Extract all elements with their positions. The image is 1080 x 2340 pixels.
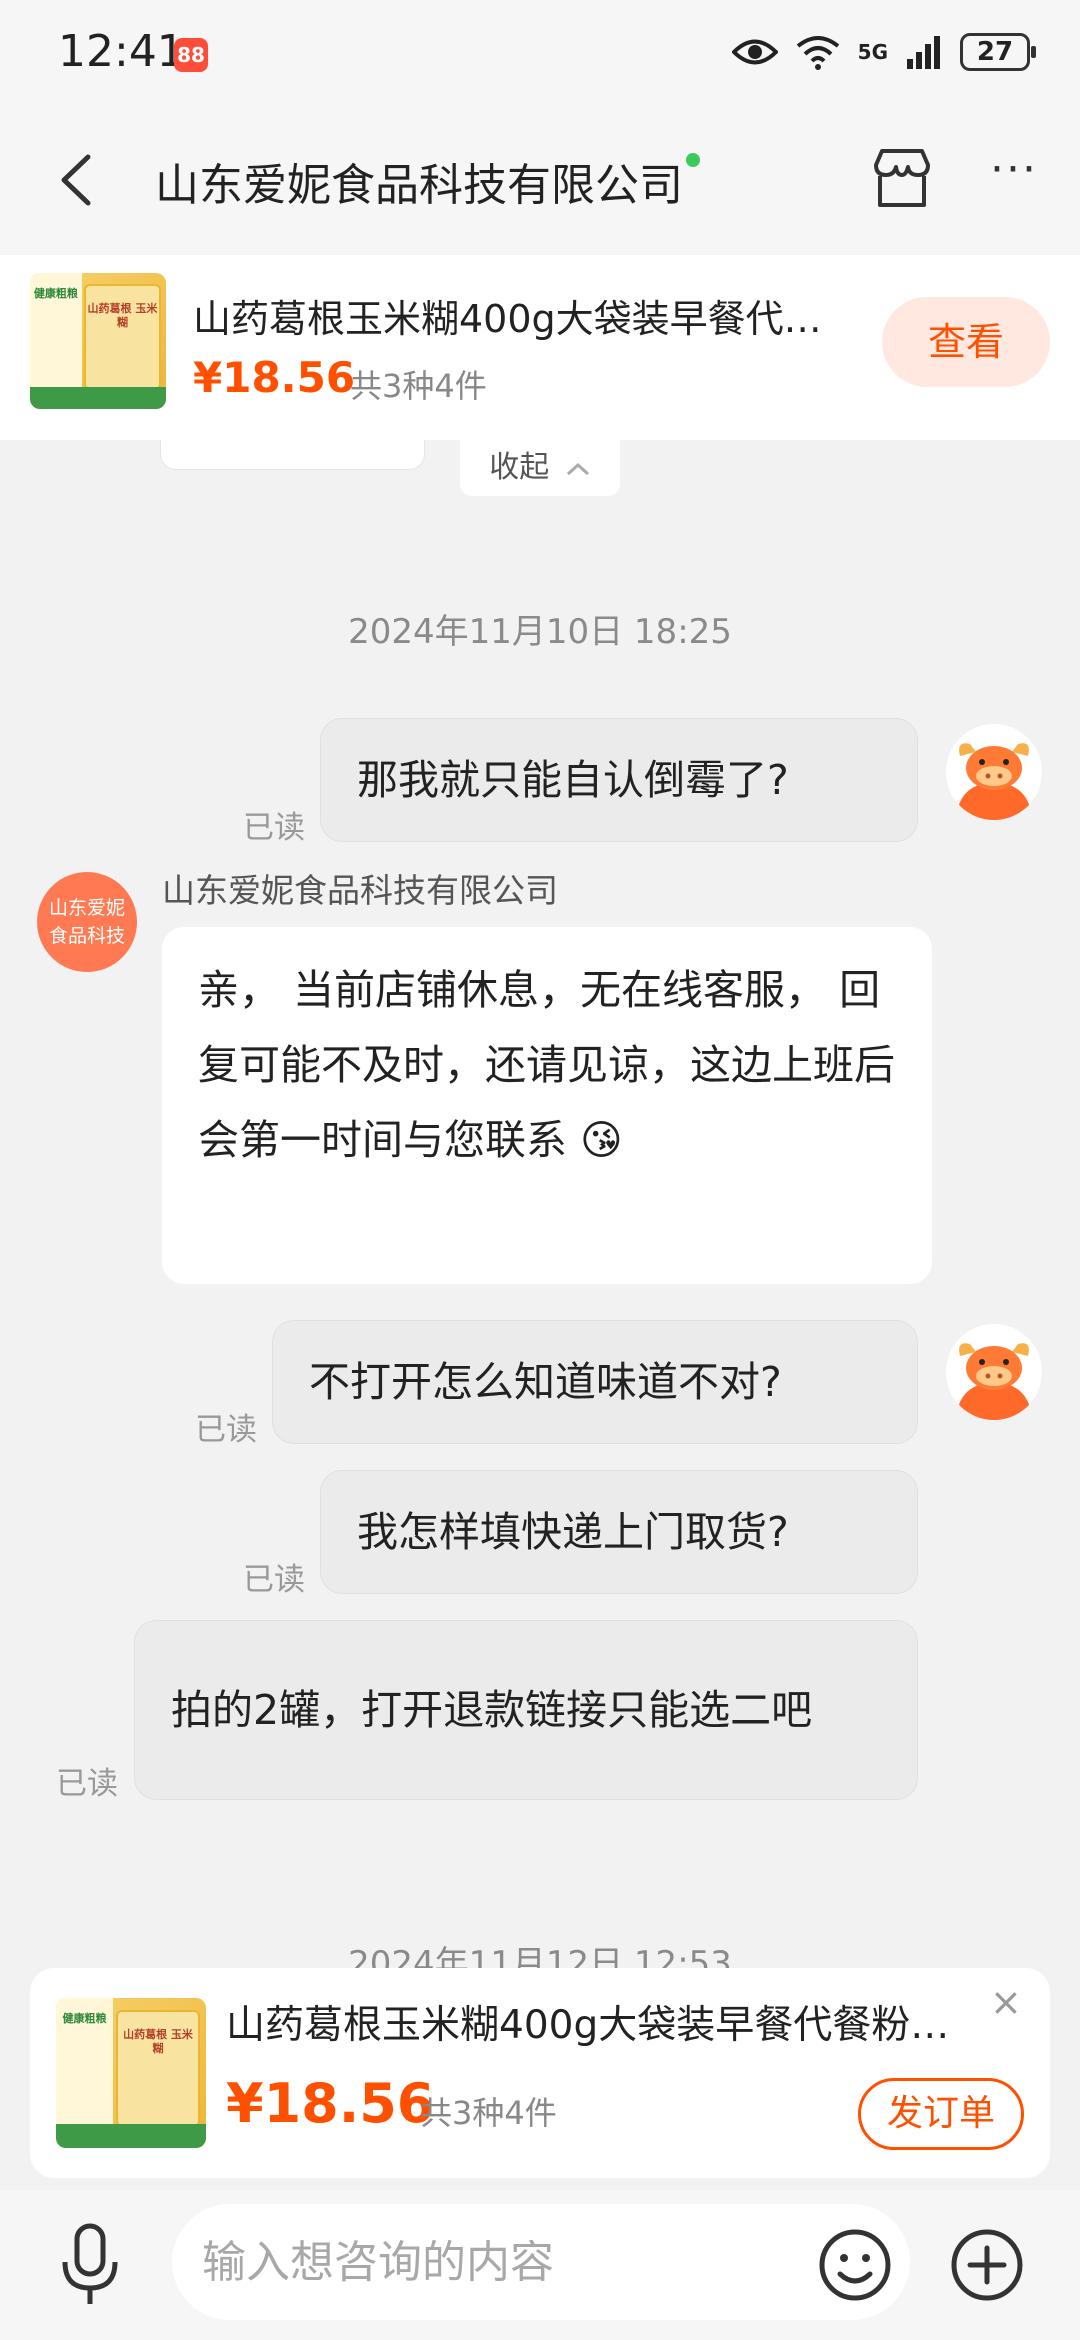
thumb-bag-label: 山药葛根 玉米糊 <box>87 301 158 329</box>
previous-message-bubble <box>160 440 425 470</box>
product-count: 共3种4件 <box>420 2094 557 2132</box>
message-text: 我怎样填快递上门取货? <box>357 1508 789 1556</box>
shop-message-bubble[interactable]: 亲， 当前店铺休息，无在线客服， 回复可能不及时，还请见谅，这边上班后会第一时间… <box>162 927 932 1284</box>
product-thumbnail[interactable]: 健康粗粮 山药葛根 玉米糊 <box>56 1998 206 2148</box>
thumb-label: 健康粗粮 <box>33 287 78 300</box>
chat-area[interactable]: 收起 2024年11月10日 18:25 那我就只能自认倒霉了? 已读 山东爱妮… <box>0 440 1080 1970</box>
network-type: 5G <box>857 40 888 64</box>
product-price: ¥18.56 <box>193 353 356 402</box>
app-notification-icon: 88 <box>174 38 208 72</box>
emoji-icon[interactable] <box>818 2228 892 2302</box>
read-receipt: 已读 <box>56 1766 118 1802</box>
my-message-bubble[interactable]: 不打开怎么知道味道不对? <box>272 1320 918 1444</box>
message-text: 那我就只能自认倒霉了? <box>357 756 789 804</box>
chevron-up-icon <box>566 462 589 475</box>
status-bar: 12:41 88 5G 27 <box>0 0 1080 105</box>
read-receipt: 已读 <box>195 1412 257 1448</box>
my-avatar[interactable] <box>946 724 1042 820</box>
view-button[interactable]: 查看 <box>882 297 1050 387</box>
input-bar <box>0 2190 1080 2340</box>
product-title[interactable]: 山药葛根玉米糊400g大袋装早餐代餐粉… <box>226 1994 996 2050</box>
product-bar[interactable]: 健康粗粮 山药葛根 玉米糊 山药葛根玉米糊400g大袋装早餐代… ¥18.56 … <box>0 255 1080 440</box>
eye-icon <box>731 39 778 65</box>
online-status-dot <box>686 153 700 167</box>
product-count: 共3种4件 <box>350 367 487 405</box>
collapse-label: 收起 <box>489 450 550 485</box>
product-price: ¥18.56 <box>226 2072 435 2135</box>
read-receipt: 已读 <box>243 1562 305 1598</box>
store-icon[interactable] <box>866 143 938 215</box>
ox-avatar-icon <box>956 743 1032 820</box>
timestamp: 2024年11月12日 12:53 <box>348 1944 732 1970</box>
close-icon[interactable]: × <box>990 1980 1022 2024</box>
my-message-bubble[interactable]: 拍的2罐，打开退款链接只能选二吧 <box>134 1620 918 1800</box>
shop-avatar[interactable]: 山东爱妮 食品科技 <box>37 872 137 972</box>
send-order-button[interactable]: 发订单 <box>858 2078 1024 2150</box>
microphone-icon[interactable] <box>55 2220 125 2310</box>
timestamp: 2024年11月10日 18:25 <box>348 612 732 652</box>
chat-header: 山东爱妮食品科技有限公司 ··· <box>0 105 1080 255</box>
my-message-bubble[interactable]: 那我就只能自认倒霉了? <box>320 718 918 842</box>
thumb-bag-label: 山药葛根 玉米糊 <box>123 2028 193 2055</box>
battery-icon: 27 <box>960 33 1036 71</box>
product-thumbnail[interactable]: 健康粗粮 山药葛根 玉米糊 <box>30 273 166 409</box>
product-title[interactable]: 山药葛根玉米糊400g大袋装早餐代… <box>193 288 883 343</box>
thumb-label: 健康粗粮 <box>62 2012 107 2025</box>
message-input[interactable] <box>172 2204 910 2320</box>
signal-icon <box>907 36 940 69</box>
more-options-icon[interactable]: ··· <box>990 148 1050 195</box>
back-arrow-icon[interactable] <box>50 145 100 215</box>
my-message-bubble[interactable]: 我怎样填快递上门取货? <box>320 1470 918 1594</box>
status-time: 12:41 <box>58 26 185 77</box>
collapse-button[interactable]: 收起 <box>460 440 620 496</box>
sender-name: 山东爱妮食品科技有限公司 <box>162 871 558 910</box>
ox-avatar-icon <box>956 1343 1032 1420</box>
wifi-icon <box>796 36 839 70</box>
shop-title[interactable]: 山东爱妮食品科技有限公司 <box>155 149 683 213</box>
message-text: 拍的2罐，打开退款链接只能选二吧 <box>171 1686 813 1734</box>
plus-icon[interactable] <box>950 2228 1024 2302</box>
read-receipt: 已读 <box>243 810 305 846</box>
product-card[interactable]: 健康粗粮 山药葛根 玉米糊 山药葛根玉米糊400g大袋装早餐代餐粉… × ¥18… <box>30 1968 1050 2178</box>
status-indicators: 5G 27 <box>731 30 1036 74</box>
message-text: 亲， 当前店铺休息，无在线客服， 回复可能不及时，还请见谅，这边上班后会第一时间… <box>198 966 895 1164</box>
message-text: 不打开怎么知道味道不对? <box>309 1358 782 1406</box>
my-avatar[interactable] <box>946 1324 1042 1420</box>
